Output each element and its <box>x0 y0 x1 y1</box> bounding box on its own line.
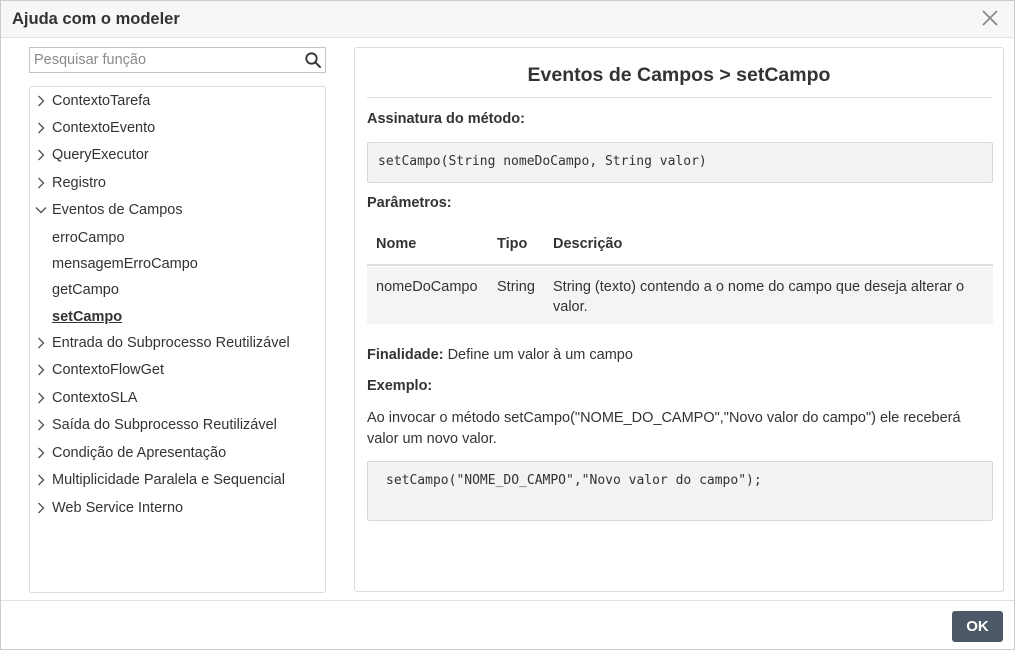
search-icon[interactable] <box>304 51 322 69</box>
param-type-cell: String <box>497 279 535 295</box>
purpose-label: Finalidade: <box>367 347 444 363</box>
example-code-block: setCampo("NOME_DO_CAMPO","Novo valor do … <box>367 461 993 521</box>
tree-item-label: erroCampo <box>52 230 125 246</box>
column-header-tipo: Tipo <box>497 236 528 252</box>
help-dialog: Ajuda com o modeler ContextoTarefaContex… <box>0 0 1015 650</box>
chevron-down-icon[interactable] <box>34 203 48 217</box>
search-box <box>29 47 326 73</box>
tree-item-label: Eventos de Campos <box>52 202 183 218</box>
tree-item-label: ContextoEvento <box>52 120 156 136</box>
tree-item-multiplicidade-paralela-e-sequencial[interactable]: Multiplicidade Paralela e Sequencial <box>30 470 320 492</box>
chevron-right-icon[interactable] <box>34 148 48 162</box>
tree-item-errocampo[interactable]: erroCampo <box>30 228 320 250</box>
tree-item-registro[interactable]: Registro <box>30 173 320 195</box>
tree-item-entrada-do-subprocesso-reutilizavel[interactable]: Entrada do Subprocesso Reutilizável <box>30 333 320 355</box>
dialog-header: Ajuda com o modeler <box>1 1 1014 38</box>
tree-item-label: getCampo <box>52 282 119 298</box>
chevron-right-icon[interactable] <box>34 446 48 460</box>
param-name-cell: nomeDoCampo <box>376 279 478 295</box>
chevron-right-icon[interactable] <box>34 363 48 377</box>
tree-item-label: mensagemErroCampo <box>52 256 198 272</box>
tree-item-label: ContextoTarefa <box>52 93 151 109</box>
signature-code: setCampo(String nomeDoCampo, String valo… <box>378 154 707 169</box>
ok-button[interactable]: OK <box>952 611 1003 642</box>
tree-item-label: Multiplicidade Paralela e Sequencial <box>52 472 285 488</box>
param-description-cell: String (texto) contendo a o nome do camp… <box>553 279 965 315</box>
tree-item-label: QueryExecutor <box>52 147 149 163</box>
chevron-right-icon[interactable] <box>34 418 48 432</box>
content-panel: Eventos de Campos > setCampo Assinatura … <box>354 47 1004 592</box>
content-title: Eventos de Campos > setCampo <box>527 64 831 86</box>
search-input[interactable] <box>30 48 300 72</box>
tree-item-label: Web Service Interno <box>52 500 184 516</box>
chevron-right-icon[interactable] <box>34 94 48 108</box>
tree-item-mensagemerrocampo[interactable]: mensagemErroCampo <box>30 254 320 276</box>
tree-item-condicao-de-apresentacao[interactable]: Condição de Apresentação <box>30 443 320 465</box>
tree-item-label: Entrada do Subprocesso Reutilizável <box>52 335 290 351</box>
tree-item-label: Saída do Subprocesso Reutilizável <box>52 417 277 433</box>
chevron-right-icon[interactable] <box>34 336 48 350</box>
tree-item-saida-do-subprocesso-reutilizavel[interactable]: Saída do Subprocesso Reutilizável <box>30 415 320 437</box>
chevron-right-icon[interactable] <box>34 501 48 515</box>
table-header: Nome Tipo Descrição <box>367 226 993 266</box>
tree-item-contextotarefa[interactable]: ContextoTarefa <box>30 91 320 113</box>
tree-item-setcampo[interactable]: setCampo <box>30 307 320 329</box>
example-description: Ao invocar o método setCampo("NOME_DO_CA… <box>367 410 961 447</box>
tree-item-label: Condição de Apresentação <box>52 445 227 461</box>
column-header-nome: Nome <box>376 236 417 252</box>
tree-item-queryexecutor[interactable]: QueryExecutor <box>30 145 320 167</box>
close-icon[interactable] <box>980 8 1000 28</box>
example-label: Exemplo: <box>367 378 433 394</box>
example-code: setCampo("NOME_DO_CAMPO","Novo valor do … <box>386 473 762 488</box>
chevron-right-icon[interactable] <box>34 473 48 487</box>
dialog-title: Ajuda com o modeler <box>12 10 180 28</box>
dialog-footer: OK <box>1 600 1014 649</box>
tree-item-label: setCampo <box>52 309 123 325</box>
signature-label: Assinatura do método: <box>367 111 525 127</box>
tree-item-contextoflowget[interactable]: ContextoFlowGet <box>30 360 320 382</box>
tree-item-label: ContextoFlowGet <box>52 362 165 378</box>
tree-item-label: Registro <box>52 175 106 191</box>
tree-item-label: ContextoSLA <box>52 390 138 406</box>
purpose-line: Finalidade: Define um valor à um campo <box>367 347 633 363</box>
chevron-right-icon[interactable] <box>34 176 48 190</box>
title-divider <box>367 97 992 98</box>
tree-item-eventos-de-campos[interactable]: Eventos de Campos <box>30 200 320 222</box>
table-row: nomeDoCampo String String (texto) conten… <box>367 267 993 324</box>
params-label: Parâmetros: <box>367 195 452 211</box>
tree-item-contextosla[interactable]: ContextoSLA <box>30 388 320 410</box>
signature-code-block: setCampo(String nomeDoCampo, String valo… <box>367 142 993 183</box>
tree-item-contextoevento[interactable]: ContextoEvento <box>30 118 320 140</box>
function-tree: ContextoTarefa ContextoEvento QueryExecuto… <box>29 86 326 593</box>
column-header-descricao: Descrição <box>553 236 623 252</box>
tree-item-web-service-interno[interactable]: Web Service Interno <box>30 498 320 520</box>
chevron-right-icon[interactable] <box>34 121 48 135</box>
tree-item-getcampo[interactable]: getCampo <box>30 280 320 302</box>
chevron-right-icon[interactable] <box>34 391 48 405</box>
purpose-text: Define um valor à um campo <box>443 347 633 363</box>
